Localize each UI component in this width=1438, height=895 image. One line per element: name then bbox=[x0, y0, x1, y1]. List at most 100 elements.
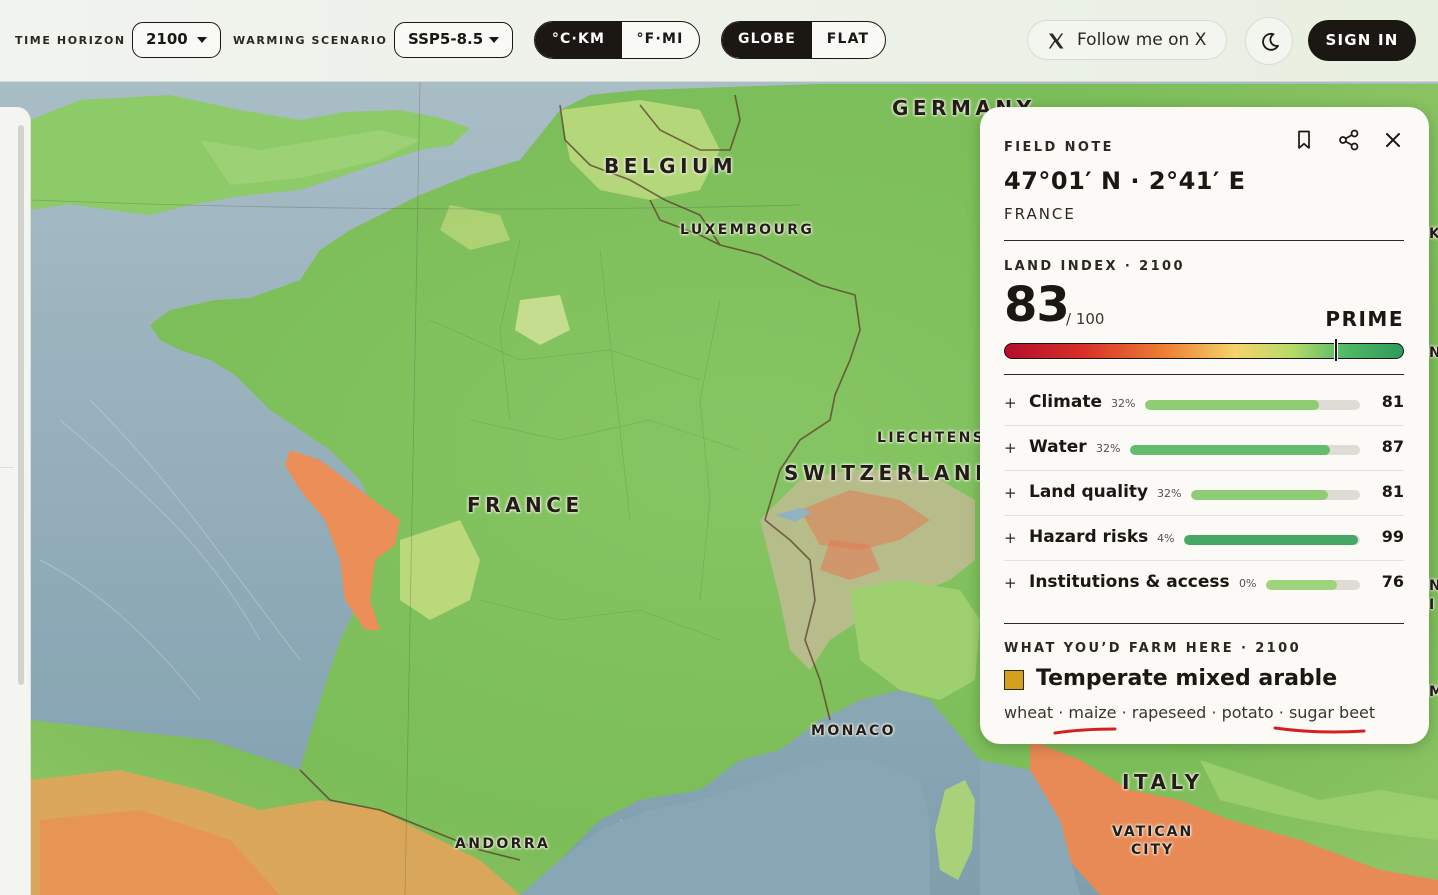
farm-type-swatch bbox=[1004, 670, 1024, 690]
factor-row-hazard-risks[interactable]: + Hazard risks 4% 99 bbox=[1004, 516, 1404, 561]
land-index-label: LAND INDEX · 2100 bbox=[1004, 259, 1185, 274]
factor-weight: 0% bbox=[1239, 577, 1257, 590]
expand-plus-icon: + bbox=[1004, 394, 1017, 412]
label-monaco: MONACO bbox=[811, 723, 896, 739]
close-icon[interactable] bbox=[1380, 127, 1406, 153]
farm-type: Temperate mixed arable bbox=[1036, 666, 1338, 691]
warming-scenario-select[interactable]: SSP5-8.5 bbox=[394, 22, 513, 58]
land-index-max: / 100 bbox=[1066, 310, 1105, 328]
land-index-grade: PRIME bbox=[1325, 307, 1404, 331]
warming-scenario-value: SSP5-8.5 bbox=[408, 30, 484, 48]
time-horizon-label: TIME HORIZON bbox=[15, 34, 126, 47]
factor-value: 76 bbox=[1381, 572, 1404, 591]
factor-row-institutions-access[interactable]: + Institutions & access 0% 76 bbox=[1004, 561, 1404, 606]
expand-plus-icon: + bbox=[1004, 574, 1017, 592]
projection-flat-option[interactable]: FLAT bbox=[812, 22, 884, 58]
factor-weight: 32% bbox=[1111, 397, 1136, 410]
factor-bar-fill bbox=[1184, 535, 1359, 545]
label-edge: N bbox=[1429, 345, 1438, 361]
crop-item: wheat bbox=[1004, 703, 1054, 722]
factor-name: Land quality bbox=[1029, 482, 1149, 502]
chevron-down-icon bbox=[197, 37, 207, 43]
field-note-heading: FIELD NOTE bbox=[1004, 140, 1114, 155]
factor-bar bbox=[1130, 445, 1360, 455]
label-edge: I bbox=[1429, 597, 1437, 613]
divider bbox=[1004, 374, 1404, 375]
factor-value: 81 bbox=[1381, 482, 1404, 501]
x-logo-icon bbox=[1048, 33, 1064, 49]
factor-bar bbox=[1266, 580, 1360, 590]
label-italy: ITALY bbox=[1122, 770, 1204, 794]
divider bbox=[1004, 623, 1404, 624]
label-luxembourg: LUXEMBOURG bbox=[680, 222, 815, 238]
panel-scrollbar[interactable] bbox=[18, 125, 24, 685]
crop-item: maize bbox=[1068, 703, 1117, 722]
factor-bar bbox=[1145, 400, 1360, 410]
crop-item: sugar beet bbox=[1288, 703, 1376, 722]
factor-bar bbox=[1191, 490, 1360, 500]
crop-separator: · bbox=[1206, 703, 1222, 722]
moon-icon bbox=[1262, 32, 1279, 51]
projection-toggle: GLOBE FLAT bbox=[721, 21, 886, 59]
time-horizon-value: 2100 bbox=[146, 30, 188, 48]
land-index-score: 83 bbox=[1004, 277, 1070, 333]
land-index-marker bbox=[1334, 338, 1338, 362]
units-metric-option[interactable]: °C·KM bbox=[535, 22, 622, 58]
projection-globe-option[interactable]: GLOBE bbox=[722, 22, 812, 58]
factor-bar-fill bbox=[1145, 400, 1320, 410]
bookmark-icon[interactable] bbox=[1291, 127, 1317, 153]
time-horizon-select[interactable]: 2100 bbox=[132, 22, 221, 58]
share-icon[interactable] bbox=[1336, 127, 1362, 153]
factor-row-water[interactable]: + Water 32% 87 bbox=[1004, 426, 1404, 471]
label-edge: M bbox=[1429, 684, 1438, 700]
factor-bar-fill bbox=[1266, 580, 1338, 590]
factor-name: Water bbox=[1029, 437, 1087, 457]
left-side-panel[interactable] bbox=[0, 107, 31, 895]
annotation-underline bbox=[1273, 726, 1366, 734]
label-andorra: ANDORRA bbox=[455, 836, 551, 852]
factor-row-land-quality[interactable]: + Land quality 32% 81 bbox=[1004, 471, 1404, 516]
crop-separator: · bbox=[1273, 703, 1289, 722]
factor-weight: 4% bbox=[1157, 532, 1175, 545]
units-imperial-option[interactable]: °F·MI bbox=[622, 22, 698, 58]
chevron-down-icon bbox=[489, 37, 499, 43]
label-vatican-city: VATICAN CITY bbox=[1112, 824, 1194, 858]
label-france: FRANCE bbox=[467, 493, 584, 517]
expand-plus-icon: + bbox=[1004, 484, 1017, 502]
field-note-card: FIELD NOTE 47°01′ N · 2°41′ E FRANCE LAN… bbox=[980, 107, 1429, 744]
units-toggle: °C·KM °F·MI bbox=[534, 21, 700, 59]
factor-value: 81 bbox=[1381, 392, 1404, 411]
factor-row-climate[interactable]: + Climate 32% 81 bbox=[1004, 381, 1404, 426]
factor-bar-fill bbox=[1191, 490, 1328, 500]
land-index-gradient-bar bbox=[1004, 338, 1404, 362]
annotation-underline bbox=[1053, 727, 1117, 735]
panel-divider bbox=[0, 467, 14, 468]
warming-scenario-label: WARMING SCENARIO bbox=[233, 34, 388, 47]
label-edge: N bbox=[1429, 578, 1438, 594]
label-switzerland: SWITZERLAND bbox=[784, 461, 997, 485]
label-liechtenstein: LIECHTENS bbox=[877, 430, 986, 446]
farm-section-label: WHAT YOU’D FARM HERE · 2100 bbox=[1004, 641, 1302, 656]
sign-in-button[interactable]: SIGN IN bbox=[1308, 20, 1416, 61]
crop-list: wheat · maize · rapeseed · potato · suga… bbox=[1004, 703, 1375, 722]
crop-separator: · bbox=[1053, 703, 1069, 722]
divider bbox=[1004, 240, 1404, 241]
top-toolbar: TIME HORIZON 2100 WARMING SCENARIO SSP5-… bbox=[0, 0, 1438, 82]
expand-plus-icon: + bbox=[1004, 529, 1017, 547]
factor-name: Climate bbox=[1029, 392, 1102, 412]
factor-weight: 32% bbox=[1157, 487, 1182, 500]
dark-mode-toggle[interactable] bbox=[1245, 17, 1293, 65]
follow-on-x-button[interactable]: Follow me on X bbox=[1027, 20, 1227, 60]
crop-item: potato bbox=[1221, 703, 1274, 722]
coordinates: 47°01′ N · 2°41′ E bbox=[1004, 167, 1246, 195]
label-belgium: BELGIUM bbox=[604, 154, 738, 178]
factor-bar-fill bbox=[1130, 445, 1331, 455]
crop-separator: · bbox=[1116, 703, 1132, 722]
factor-bar bbox=[1184, 535, 1360, 545]
label-edge: K bbox=[1429, 226, 1438, 242]
location-country: FRANCE bbox=[1004, 205, 1076, 223]
crop-item: rapeseed bbox=[1131, 703, 1207, 722]
factor-value: 87 bbox=[1381, 437, 1404, 456]
factor-name: Institutions & access bbox=[1029, 572, 1230, 592]
factor-weight: 32% bbox=[1096, 442, 1121, 455]
